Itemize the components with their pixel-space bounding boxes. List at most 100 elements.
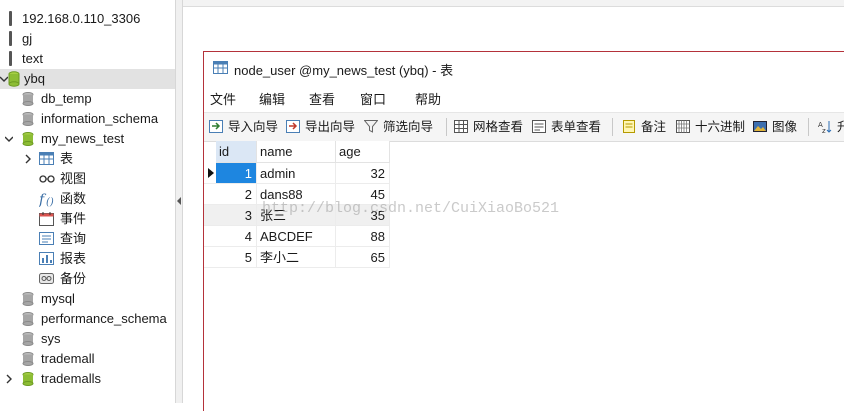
tree-db-ybq[interactable]: ybq bbox=[0, 69, 175, 89]
chevron-right-icon[interactable] bbox=[24, 154, 32, 164]
grid-view-label: 网格查看 bbox=[473, 120, 524, 134]
database-open-icon bbox=[8, 71, 20, 87]
tree-db-sys[interactable]: sys bbox=[0, 329, 175, 349]
memo-icon bbox=[623, 120, 635, 133]
tree-db-label: performance_schema bbox=[41, 311, 167, 326]
tree-item-views[interactable]: 视图 bbox=[0, 169, 175, 189]
tree-db-text[interactable]: text bbox=[0, 49, 175, 69]
database-closed-icon bbox=[9, 51, 12, 66]
tree-db-label: trademall bbox=[41, 351, 95, 366]
tree-db-label: sys bbox=[41, 331, 61, 346]
database-icon bbox=[22, 312, 34, 326]
menu-edit[interactable]: 编辑 bbox=[259, 89, 285, 108]
cell-age[interactable]: 65 bbox=[336, 247, 390, 268]
tree-item-reports[interactable]: 报表 bbox=[0, 249, 175, 269]
tree-db-mysql[interactable]: mysql bbox=[0, 289, 175, 309]
tree-server-connection[interactable]: 192.168.0.110_3306 bbox=[0, 9, 175, 29]
data-grid[interactable]: id name age 1 admin 32 2 dans88 45 3 张三 … bbox=[204, 141, 844, 401]
table-window[interactable]: node_user @my_news_test (ybq) - 表 文件 编辑 … bbox=[203, 51, 844, 411]
cell-age[interactable]: 88 bbox=[336, 226, 390, 247]
menu-view[interactable]: 查看 bbox=[309, 89, 335, 108]
row-indicator[interactable] bbox=[204, 226, 216, 247]
tree-db-trademall[interactable]: trademall bbox=[0, 349, 175, 369]
tree-db-information-schema[interactable]: information_schema bbox=[0, 109, 175, 129]
tree-item-events[interactable]: 事件 bbox=[0, 209, 175, 229]
database-icon bbox=[22, 112, 34, 126]
window-title: node_user @my_news_test (ybq) - 表 bbox=[234, 63, 454, 78]
import-icon bbox=[209, 120, 223, 133]
cell-name[interactable]: ABCDEF bbox=[257, 226, 336, 247]
tree-item-label: 备份 bbox=[60, 271, 87, 286]
tree-db-trademalls[interactable]: trademalls bbox=[0, 369, 175, 389]
event-icon bbox=[39, 212, 54, 226]
tree-server-label: 192.168.0.110_3306 bbox=[22, 11, 141, 26]
tree-item-queries[interactable]: 查询 bbox=[0, 229, 175, 249]
cell-name[interactable]: 张三 bbox=[257, 205, 336, 226]
collapse-arrow-icon[interactable] bbox=[177, 197, 181, 205]
menu-bar: 文件 编辑 查看 窗口 帮助 bbox=[204, 85, 844, 109]
filter-wizard-label: 筛选向导 bbox=[383, 120, 434, 134]
tree-item-label: 视图 bbox=[60, 171, 87, 186]
chevron-down-icon[interactable] bbox=[5, 134, 13, 144]
window-titlebar[interactable]: node_user @my_news_test (ybq) - 表 bbox=[204, 52, 844, 84]
report-icon bbox=[39, 252, 54, 265]
row-indicator[interactable] bbox=[204, 163, 216, 184]
navigation-tree[interactable]: 192.168.0.110_3306 gj text ybq db_temp i… bbox=[0, 0, 175, 403]
glasses-icon bbox=[39, 175, 55, 183]
cell-name[interactable]: admin bbox=[257, 163, 336, 184]
tree-item-label: 查询 bbox=[60, 231, 87, 246]
database-icon bbox=[22, 92, 34, 106]
column-header-id[interactable]: id bbox=[216, 141, 257, 163]
row-indicator[interactable] bbox=[204, 205, 216, 226]
toolbar-separator bbox=[612, 118, 613, 136]
cell-id[interactable]: 3 bbox=[216, 205, 257, 226]
database-open-icon bbox=[22, 132, 34, 146]
tree-db-my-news-test[interactable]: my_news_test bbox=[0, 129, 175, 149]
export-wizard-label: 导出向导 bbox=[305, 120, 356, 134]
memo-label: 备注 bbox=[641, 120, 667, 134]
tree-db-performance-schema[interactable]: performance_schema bbox=[0, 309, 175, 329]
server-icon bbox=[9, 11, 12, 26]
tree-item-functions[interactable]: f () 函数 bbox=[0, 189, 175, 209]
tree-db-label: gj bbox=[22, 31, 33, 46]
tree-db-gj[interactable]: gj bbox=[0, 29, 175, 49]
tree-item-tables[interactable]: 表 bbox=[0, 149, 175, 169]
export-icon bbox=[286, 120, 300, 133]
cell-id[interactable]: 4 bbox=[216, 226, 257, 247]
image-label: 图像 bbox=[772, 120, 798, 134]
pane-splitter[interactable] bbox=[175, 0, 183, 403]
tree-db-label: my_news_test bbox=[41, 131, 125, 146]
cell-age[interactable]: 32 bbox=[336, 163, 390, 184]
cell-name[interactable]: dans88 bbox=[257, 184, 336, 205]
form-view-label: 表单查看 bbox=[551, 120, 602, 134]
row-indicator[interactable] bbox=[204, 184, 216, 205]
import-wizard-label: 导入向导 bbox=[228, 120, 279, 134]
query-icon bbox=[39, 232, 54, 245]
tree-db-db-temp[interactable]: db_temp bbox=[0, 89, 175, 109]
cell-age[interactable]: 35 bbox=[336, 205, 390, 226]
hex-label: 十六进制 bbox=[695, 120, 746, 134]
menu-help[interactable]: 帮助 bbox=[415, 89, 441, 108]
main-toolbar-strip bbox=[183, 0, 844, 7]
function-icon: f () bbox=[39, 192, 54, 207]
tree-item-label: 表 bbox=[60, 151, 74, 166]
cell-id[interactable]: 5 bbox=[216, 247, 257, 268]
hex-icon bbox=[676, 120, 690, 133]
table-icon bbox=[213, 61, 228, 74]
menu-file[interactable]: 文件 bbox=[210, 89, 236, 108]
cell-age[interactable]: 45 bbox=[336, 184, 390, 205]
current-row-arrow-icon bbox=[208, 168, 214, 178]
database-icon bbox=[22, 332, 34, 346]
column-header-name[interactable]: name bbox=[257, 141, 336, 163]
toolbar-separator bbox=[808, 118, 809, 136]
tree-item-backups[interactable]: 备份 bbox=[0, 269, 175, 289]
row-indicator[interactable] bbox=[204, 247, 216, 268]
cell-name[interactable]: 李小二 bbox=[257, 247, 336, 268]
chevron-right-icon[interactable] bbox=[5, 374, 13, 384]
column-header-age[interactable]: age bbox=[336, 141, 390, 163]
tree-db-label: text bbox=[22, 51, 43, 66]
cell-id[interactable]: 1 bbox=[216, 163, 257, 184]
cell-id[interactable]: 2 bbox=[216, 184, 257, 205]
tree-db-label: db_temp bbox=[41, 91, 92, 106]
menu-window[interactable]: 窗口 bbox=[360, 89, 386, 108]
